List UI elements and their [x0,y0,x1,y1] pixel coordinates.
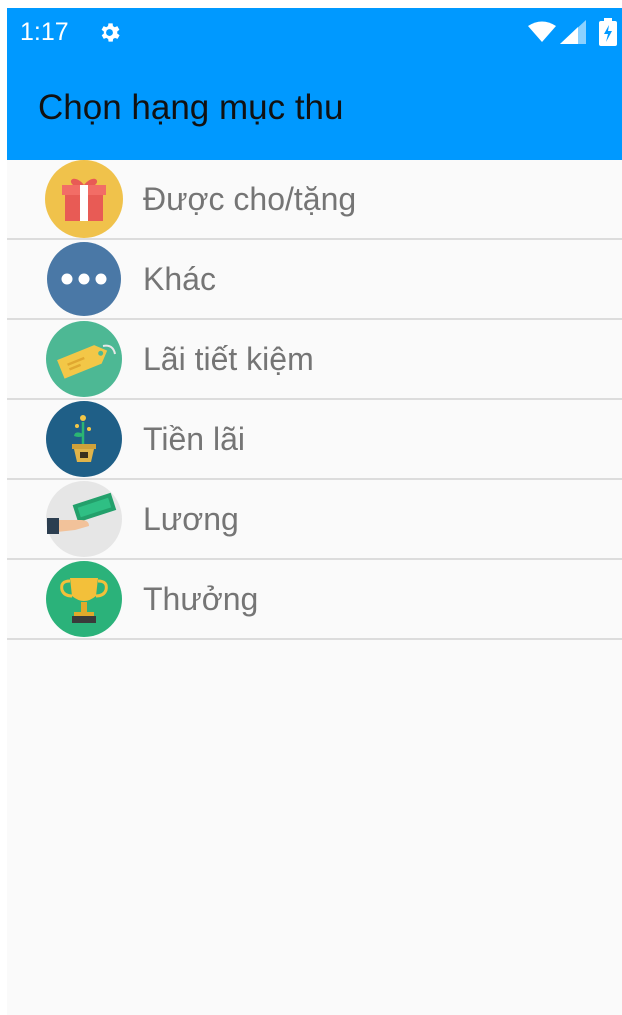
gift-icon [45,160,123,238]
category-item-interest[interactable]: Tiền lãi [7,400,622,480]
category-item-salary[interactable]: Lương [7,480,622,560]
category-list: Được cho/tặng Khác Lãi tiết kiệm Tiền lã… [7,160,622,640]
page-title: Chọn hạng mục thu [38,88,344,127]
status-time: 1:17 [20,18,69,46]
category-item-gift[interactable]: Được cho/tặng [7,160,622,240]
category-label: Lương [143,501,239,537]
category-item-bonus[interactable]: Thưởng [7,560,622,640]
screen: 1:17 Chọn hạng mục thu Được cho/tặng Khá… [7,8,622,1015]
plant-pot-icon [46,401,122,477]
trophy-icon [46,561,122,637]
money-hand-icon [46,481,122,557]
app-bar: 1:17 Chọn hạng mục thu [7,8,622,160]
tag-icon [46,321,122,397]
category-item-savings-interest[interactable]: Lãi tiết kiệm [7,320,622,400]
category-label: Được cho/tặng [143,181,357,217]
category-label: Lãi tiết kiệm [143,341,314,377]
category-label: Thưởng [143,581,259,617]
wifi-icon [528,21,556,42]
signal-icon [560,20,586,44]
more-dots-icon [47,242,121,316]
gear-icon [101,23,120,42]
battery-icon [599,18,617,46]
category-label: Tiền lãi [143,421,245,457]
status-bar: 1:17 [7,8,622,56]
category-label: Khác [143,261,216,297]
category-item-other[interactable]: Khác [7,240,622,320]
